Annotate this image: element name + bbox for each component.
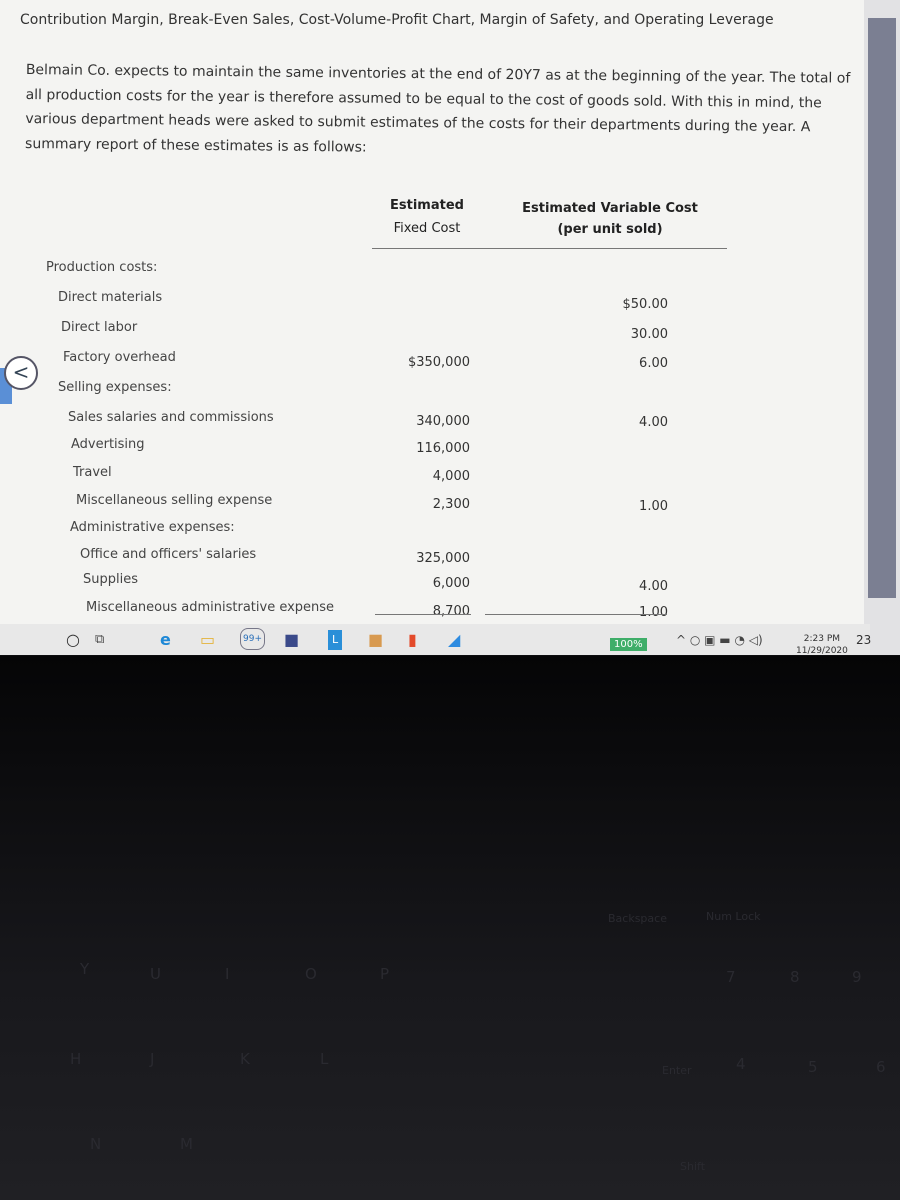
row-label: Direct labor <box>61 320 138 335</box>
variable-cost-value: 4.00 <box>639 579 668 594</box>
keyboard-key: N <box>90 1135 102 1153</box>
taskbar: ○ ⧉ e ▭ 99+ ■ L ■ ▮ ◢ ^ ○ ▣ ▬ ◔ ◁) 23 <box>0 624 871 655</box>
file-explorer-icon[interactable]: ▭ <box>200 630 215 650</box>
row-label: Miscellaneous administrative expense <box>86 600 335 615</box>
keyboard-key: Num Lock <box>706 910 761 923</box>
notification-icon[interactable]: 23 <box>856 630 871 650</box>
fixed-cost-value: 325,000 <box>416 551 470 566</box>
row-label: Supplies <box>83 572 138 587</box>
keyboard-key: K <box>240 1050 250 1068</box>
fixed-cost-value: $350,000 <box>407 355 470 370</box>
keyboard-key: Shift <box>680 1160 706 1173</box>
variable-cost-value: 4.00 <box>639 415 668 430</box>
photos-icon[interactable]: ◢ <box>448 630 460 650</box>
row-label: Direct materials <box>58 290 163 305</box>
row-label: Sales salaries and commissions <box>68 410 274 425</box>
variable-cost-value: 30.00 <box>630 327 668 342</box>
variable-cost-value: 1.00 <box>639 605 668 620</box>
variable-cost-value: $50.00 <box>622 297 669 312</box>
clock[interactable]: 2:23 PM 11/29/2020 <box>796 633 848 655</box>
variable-cost-header: Estimated Variable Cost (per unit sold) <box>510 201 710 237</box>
keyboard-key: L <box>320 1050 329 1068</box>
scrollbar-thumb[interactable] <box>868 18 896 598</box>
keyboard-key: Backspace <box>608 912 667 925</box>
search-icon[interactable]: ○ <box>66 630 80 650</box>
keyboard-key: 5 <box>808 1058 818 1076</box>
keyboard-key: I <box>225 965 230 983</box>
keyboard-key: 6 <box>876 1058 886 1076</box>
row-label: Administrative expenses: <box>70 520 235 535</box>
app-l-icon[interactable]: L <box>328 630 343 650</box>
fixed-total-rule <box>375 614 471 615</box>
header-line: (per unit sold) <box>557 222 663 237</box>
keyboard-key: M <box>180 1135 193 1153</box>
row-label: Travel <box>73 465 112 480</box>
mail-icon[interactable]: 99+ <box>240 628 265 650</box>
edge-icon[interactable]: e <box>160 630 171 650</box>
tray-icons[interactable]: ^ ○ ▣ ▬ ◔ ◁) <box>676 630 763 650</box>
store-icon[interactable]: ■ <box>284 630 299 650</box>
back-button[interactable]: < <box>4 356 38 390</box>
zoom-badge: 100% <box>610 638 647 651</box>
keyboard-photo <box>0 656 900 1200</box>
task-view-icon[interactable]: ⧉ <box>95 630 104 650</box>
keyboard-key: 8 <box>790 968 800 986</box>
row-label: Office and officers' salaries <box>80 547 257 562</box>
fixed-cost-value: 6,000 <box>432 576 470 591</box>
header-line: Estimated <box>390 198 464 213</box>
variable-cost-value: 6.00 <box>639 356 668 371</box>
keyboard-key: 7 <box>726 968 736 986</box>
fixed-cost-value: 4,000 <box>432 469 470 484</box>
keyboard-key: O <box>305 965 317 983</box>
page-title: Contribution Margin, Break-Even Sales, C… <box>20 12 774 28</box>
keyboard-key: 4 <box>736 1055 746 1073</box>
variable-cost-value: 1.00 <box>639 499 668 514</box>
header-line: Fixed Cost <box>393 221 461 236</box>
row-label: Miscellaneous selling expense <box>76 493 273 508</box>
app-icon[interactable]: ■ <box>368 630 383 650</box>
office-icon[interactable]: ▮ <box>408 630 417 650</box>
keyboard-key: Enter <box>662 1064 692 1077</box>
keyboard-key: H <box>70 1050 82 1068</box>
time: 2:23 PM <box>803 634 841 644</box>
header-line: Estimated Variable Cost <box>522 201 698 216</box>
fixed-cost-value: 8,700 <box>432 604 470 619</box>
fixed-cost-value: 2,300 <box>432 497 470 512</box>
fixed-cost-value: 116,000 <box>416 441 470 456</box>
keyboard-key: 9 <box>852 968 862 986</box>
date: 11/29/2020 <box>796 646 848 655</box>
scrollbar[interactable] <box>864 0 900 655</box>
intro-paragraph: Belmain Co. expects to maintain the same… <box>25 61 851 156</box>
keyboard-key: Y <box>80 960 90 978</box>
row-label: Selling expenses: <box>58 380 172 395</box>
row-label: Factory overhead <box>63 350 176 365</box>
fixed-cost-header: Estimated Fixed Cost <box>372 198 482 236</box>
row-label: Advertising <box>71 437 145 452</box>
variable-total-rule <box>485 614 667 615</box>
keyboard-key: P <box>380 965 390 983</box>
header-rule <box>372 248 727 249</box>
keyboard-key: J <box>150 1050 155 1068</box>
keyboard-key: U <box>150 965 161 983</box>
screen: Contribution Margin, Break-Even Sales, C… <box>0 0 900 655</box>
row-label: Production costs: <box>46 260 158 275</box>
fixed-cost-value: 340,000 <box>416 414 470 429</box>
